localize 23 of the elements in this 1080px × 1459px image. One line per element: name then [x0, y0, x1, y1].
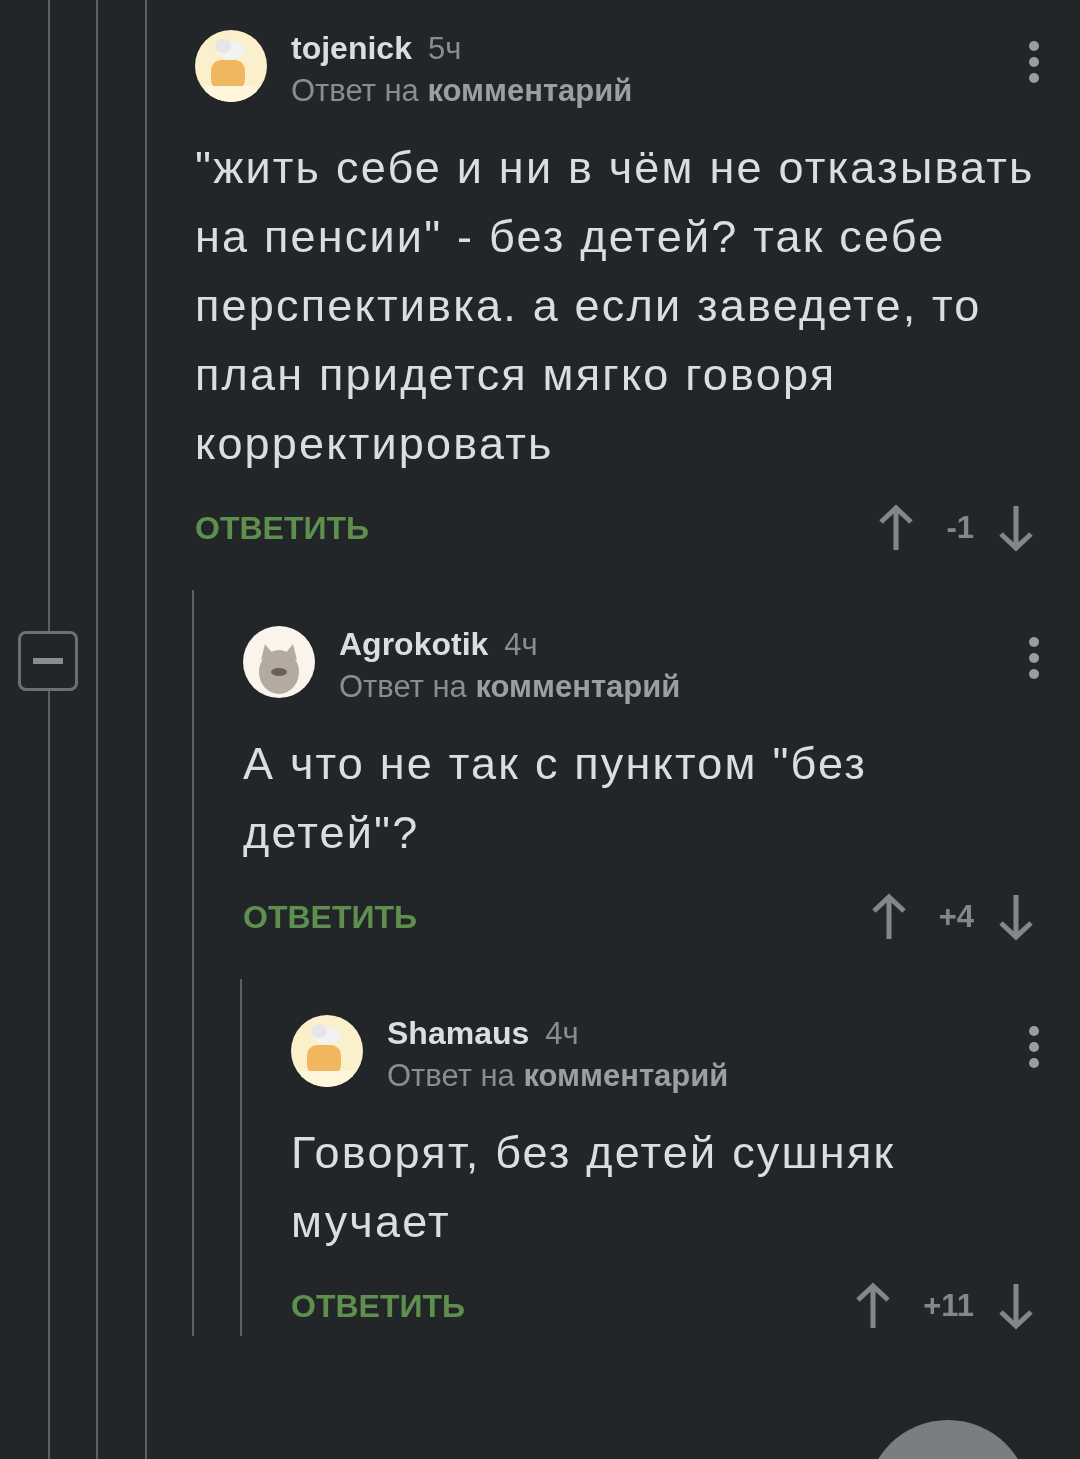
reply-button[interactable]: ОТВЕТИТЬ: [243, 898, 417, 936]
more-icon[interactable]: [1027, 1025, 1041, 1069]
reply-to-text: Ответ на комментарий: [387, 1058, 730, 1094]
comment-text: Говорят, без детей сушняк мучает: [291, 1126, 897, 1249]
reply-to-text: Ответ на комментарий: [339, 669, 682, 705]
more-icon[interactable]: [1027, 636, 1041, 680]
reply-button[interactable]: ОТВЕТИТЬ: [195, 509, 369, 547]
vote-score: -1: [946, 510, 974, 546]
comment-text: А что не так с пунктом "без детей"?: [243, 737, 869, 860]
author-name[interactable]: tojenick: [291, 30, 412, 67]
comment-time: 5ч: [427, 31, 462, 67]
vote-score: +11: [923, 1288, 974, 1324]
more-icon[interactable]: [1027, 40, 1041, 84]
minus-icon: [33, 658, 63, 664]
comment-text: "жить себе и ни в чём не отказывать на пенсии" - без детей? так себе перспективка. а если заведете, то план придется мягко говоря корректировать: [195, 141, 1036, 471]
author-name[interactable]: Shamaus: [387, 1015, 530, 1052]
reply-to-text: Ответ на комментарий: [291, 73, 634, 109]
author-name[interactable]: Agrokotik: [339, 626, 489, 663]
comment-time: 4ч: [504, 627, 538, 663]
comment-time: 4ч: [545, 1016, 579, 1052]
collapse-button[interactable]: [18, 631, 78, 691]
reply-button[interactable]: ОТВЕТИТЬ: [291, 1287, 465, 1325]
vote-score: +4: [938, 899, 974, 935]
